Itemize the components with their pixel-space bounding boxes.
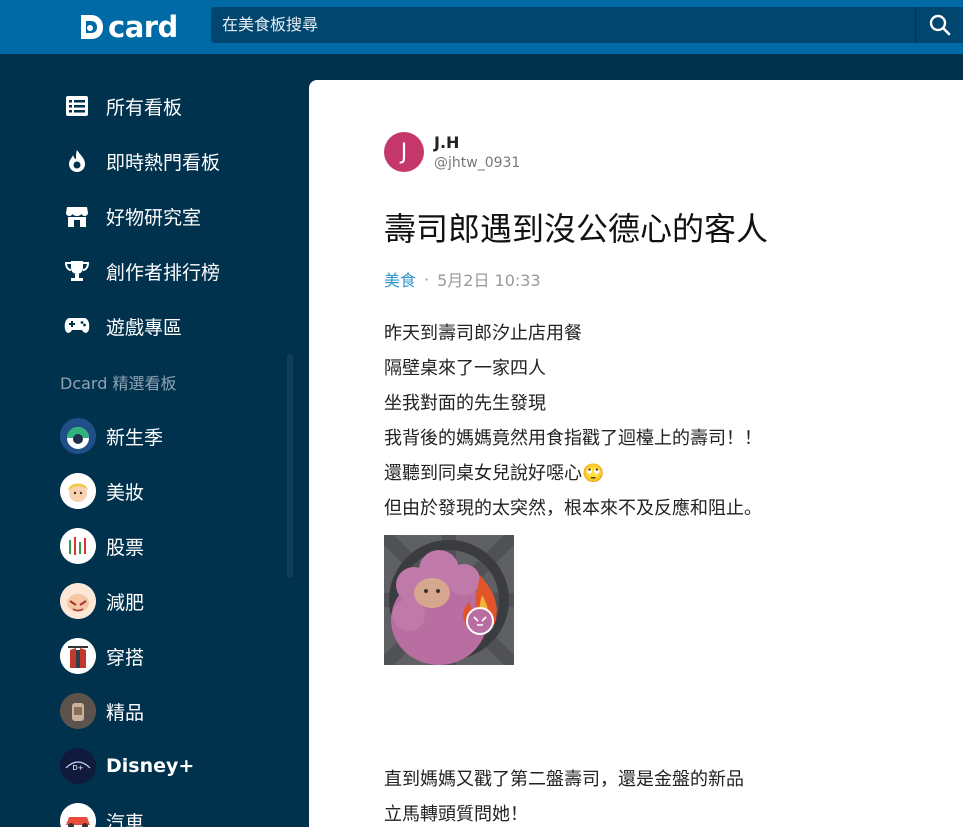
post-content-line: 立馬轉頭質問她！	[384, 804, 528, 825]
board-label: 股票	[106, 536, 145, 559]
sidebar-board-cars[interactable]: 汽車	[60, 801, 144, 827]
post-content-line: 我背後的媽媽竟然用食指戳了迴檯上的壽司！！	[384, 428, 762, 449]
sidebar-item-game-zone[interactable]: 遊戲專區	[60, 306, 182, 346]
disney-plus-board-icon: D+	[60, 748, 96, 784]
list-icon	[60, 89, 94, 123]
board-label: 新生季	[106, 426, 164, 449]
post-author[interactable]: J J.H @jhtw_0931	[384, 132, 520, 172]
board-label: Disney+	[106, 755, 195, 777]
post-content-line: 但由於發現的太突然，根本來不及反應和阻止。	[384, 498, 762, 519]
sidebar-scrollbar-thumb[interactable]	[287, 354, 293, 578]
dcard-logo-mark-icon	[81, 15, 103, 39]
board-label: 減肥	[106, 591, 145, 614]
top-bar: card	[0, 0, 963, 54]
diet-board-icon	[60, 583, 96, 619]
new-semester-board-icon	[60, 418, 96, 454]
post-title: 壽司郎遇到沒公德心的客人	[384, 210, 769, 248]
fashion-board-icon	[60, 638, 96, 674]
sidebar-board-makeup[interactable]: 美妝	[60, 471, 144, 511]
meta-separator: ·	[424, 269, 430, 289]
post-category-link[interactable]: 美食	[384, 267, 416, 291]
sidebar-item-goods-lab[interactable]: 好物研究室	[60, 196, 201, 236]
sidebar-scrollbar[interactable]	[287, 354, 293, 578]
post-content-line: 還聽到同桌女兒說好噁心🙄	[384, 463, 605, 484]
flame-icon	[60, 144, 94, 178]
sidebar-item-all-boards[interactable]: 所有看板	[60, 86, 182, 126]
sidebar-board-new-semester[interactable]: 新生季	[60, 416, 163, 456]
sidebar-board-diet[interactable]: 減肥	[60, 581, 144, 621]
search-input[interactable]	[211, 7, 915, 43]
makeup-board-icon	[60, 473, 96, 509]
search-icon	[929, 14, 950, 36]
sidebar-board-stocks[interactable]: 股票	[60, 526, 144, 566]
sidebar-item-label: 即時熱門看板	[106, 151, 221, 174]
cars-board-icon	[60, 803, 96, 827]
author-handle: @jhtw_0931	[434, 155, 521, 171]
post-panel: J J.H @jhtw_0931 壽司郎遇到沒公德心的客人 美食 · 5月2日 …	[309, 80, 963, 827]
gamepad-icon	[60, 309, 94, 343]
post-content-line: 隔壁桌來了一家四人	[384, 358, 546, 379]
featured-boards-title: Dcard 精選看板	[60, 374, 177, 393]
sidebar-board-fashion[interactable]: 穿搭	[60, 636, 144, 676]
post-date: 5月2日 10:33	[437, 271, 541, 290]
sidebar-item-label: 所有看板	[106, 96, 183, 119]
sidebar: 所有看板 即時熱門看板 好物研究室 創作者排行榜 遊戲專區 Dcard 精選看板…	[0, 54, 300, 827]
board-label: 精品	[106, 701, 145, 724]
board-label: 美妝	[106, 481, 145, 504]
sidebar-board-disney-plus[interactable]: D+ Disney+	[60, 746, 194, 786]
sidebar-item-label: 創作者排行榜	[106, 261, 221, 284]
dcard-logo[interactable]: card	[79, 9, 178, 45]
sidebar-item-creator-ranking[interactable]: 創作者排行榜	[60, 251, 220, 291]
sidebar-item-label: 遊戲專區	[106, 316, 183, 339]
sidebar-item-label: 好物研究室	[106, 206, 202, 229]
svg-text:D+: D+	[72, 764, 83, 772]
post-meta: 美食 · 5月2日 10:33	[384, 267, 541, 291]
sidebar-board-luxury[interactable]: 精品	[60, 691, 144, 731]
author-avatar[interactable]: J	[384, 132, 424, 172]
angry-sheep-sticker-image[interactable]	[384, 535, 514, 665]
trophy-icon	[60, 254, 94, 288]
board-label: 穿搭	[106, 646, 145, 669]
stocks-board-icon	[60, 528, 96, 564]
store-icon	[60, 199, 94, 233]
board-label: 汽車	[106, 811, 145, 827]
search-button[interactable]	[915, 7, 963, 43]
logo-text: card	[108, 10, 178, 44]
post-content-line: 直到媽媽又戳了第二盤壽司，還是金盤的新品	[384, 769, 744, 790]
sidebar-item-hot-boards[interactable]: 即時熱門看板	[60, 141, 220, 181]
author-name[interactable]: J.H	[434, 133, 520, 152]
author-info: J.H @jhtw_0931	[434, 133, 520, 171]
post-content-line: 坐我對面的先生發現	[384, 393, 546, 414]
luxury-board-icon	[60, 693, 96, 729]
post-content-line: 昨天到壽司郎汐止店用餐	[384, 323, 582, 344]
